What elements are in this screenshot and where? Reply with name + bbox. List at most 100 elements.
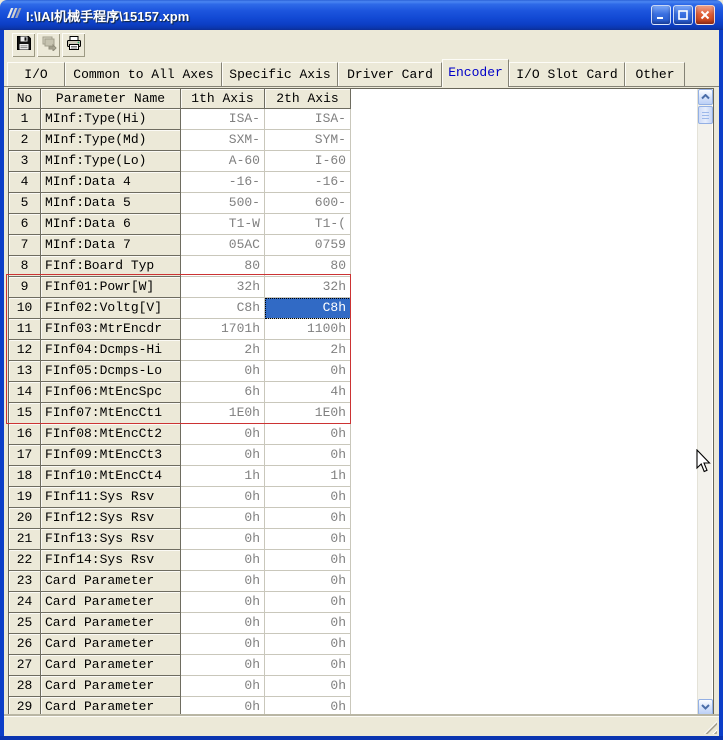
axis2-value-cell[interactable]: T1-(	[265, 214, 351, 235]
axis2-value-cell[interactable]: ISA-	[265, 109, 351, 130]
scroll-down-button[interactable]	[698, 699, 713, 715]
row-number-cell: 14	[9, 382, 41, 403]
scroll-up-button[interactable]	[698, 89, 713, 105]
axis1-value-cell[interactable]: 6h	[181, 382, 265, 403]
maximize-button[interactable]	[673, 5, 693, 25]
axis2-value-cell[interactable]: 600-	[265, 193, 351, 214]
tab-common-to-all-axes[interactable]: Common to All Axes	[65, 62, 222, 86]
tab-i-o[interactable]: I/O	[7, 62, 65, 86]
table-row: 26Card Parameter0h0h	[9, 634, 713, 655]
parameter-name-cell: Card Parameter	[41, 571, 181, 592]
table-row: 5MInf:Data 5500-600-	[9, 193, 713, 214]
axis2-value-cell[interactable]: 0h	[265, 655, 351, 676]
axis1-value-cell[interactable]: 80	[181, 256, 265, 277]
row-number-cell: 18	[9, 466, 41, 487]
tab-encoder[interactable]: Encoder	[442, 59, 509, 87]
axis2-value-cell[interactable]: 0h	[265, 634, 351, 655]
axis2-value-cell[interactable]: 1E0h	[265, 403, 351, 424]
row-number-cell: 2	[9, 130, 41, 151]
row-number-cell: 13	[9, 361, 41, 382]
axis2-value-cell[interactable]: 32h	[265, 277, 351, 298]
axis1-value-cell[interactable]: A-60	[181, 151, 265, 172]
axis1-value-cell[interactable]: ISA-	[181, 109, 265, 130]
tab-driver-card[interactable]: Driver Card	[338, 62, 442, 86]
axis2-value-cell[interactable]: 0h	[265, 613, 351, 634]
parameter-name-cell: Card Parameter	[41, 655, 181, 676]
axis2-value-cell[interactable]: 4h	[265, 382, 351, 403]
selected-cell[interactable]: C8h	[265, 298, 351, 319]
axis2-value-cell[interactable]: 0h	[265, 487, 351, 508]
axis2-value-cell[interactable]: 1100h	[265, 319, 351, 340]
axis1-value-cell[interactable]: 0h	[181, 424, 265, 445]
row-number-cell: 28	[9, 676, 41, 697]
table-row: 4MInf:Data 4-16--16-	[9, 172, 713, 193]
row-number-cell: 12	[9, 340, 41, 361]
minimize-button[interactable]	[651, 5, 671, 25]
axis1-value-cell[interactable]: 0h	[181, 571, 265, 592]
axis1-value-cell[interactable]: -16-	[181, 172, 265, 193]
axis1-value-cell[interactable]: 05AC	[181, 235, 265, 256]
axis2-value-cell[interactable]: 80	[265, 256, 351, 277]
axis1-value-cell[interactable]: 1h	[181, 466, 265, 487]
axis1-value-cell[interactable]: 0h	[181, 634, 265, 655]
axis2-value-cell[interactable]: 0h	[265, 571, 351, 592]
axis1-value-cell[interactable]: T1-W	[181, 214, 265, 235]
axis2-value-cell[interactable]: I-60	[265, 151, 351, 172]
axis1-value-cell[interactable]: 1E0h	[181, 403, 265, 424]
axis2-value-cell[interactable]: 0h	[265, 529, 351, 550]
axis2-value-cell[interactable]: 0h	[265, 676, 351, 697]
close-button[interactable]	[695, 5, 715, 25]
axis1-value-cell[interactable]: 0h	[181, 529, 265, 550]
axis2-value-cell[interactable]: 2h	[265, 340, 351, 361]
vertical-scrollbar[interactable]	[697, 89, 712, 715]
axis1-value-cell[interactable]: SXM-	[181, 130, 265, 151]
table-row: 23Card Parameter0h0h	[9, 571, 713, 592]
print-button[interactable]	[62, 33, 85, 57]
axis1-value-cell[interactable]: 0h	[181, 676, 265, 697]
axis1-value-cell[interactable]: 2h	[181, 340, 265, 361]
axis1-value-cell[interactable]: 0h	[181, 655, 265, 676]
axis2-value-cell[interactable]: 0h	[265, 445, 351, 466]
row-number-cell: 15	[9, 403, 41, 424]
row-number-cell: 20	[9, 508, 41, 529]
parameter-name-cell: Card Parameter	[41, 676, 181, 697]
axis1-value-cell[interactable]: 0h	[181, 697, 265, 716]
row-number-cell: 29	[9, 697, 41, 716]
axis2-value-cell[interactable]: 0h	[265, 697, 351, 716]
save-button[interactable]	[12, 33, 35, 57]
axis2-value-cell[interactable]: 0h	[265, 550, 351, 571]
axis1-value-cell[interactable]: 0h	[181, 508, 265, 529]
axis1-value-cell[interactable]: 0h	[181, 361, 265, 382]
axis1-value-cell[interactable]: 500-	[181, 193, 265, 214]
tab-i-o-slot-card[interactable]: I/O Slot Card	[509, 62, 625, 86]
column-header: 1th Axis	[181, 89, 265, 109]
parameter-name-cell: FInf04:Dcmps-Hi	[41, 340, 181, 361]
axis1-value-cell[interactable]: C8h	[181, 298, 265, 319]
axis2-value-cell[interactable]: 0h	[265, 424, 351, 445]
axis1-value-cell[interactable]: 1701h	[181, 319, 265, 340]
grid-table: NoParameter Name1th Axis2th Axis1MInf:Ty…	[9, 89, 713, 716]
axis2-value-cell[interactable]: SYM-	[265, 130, 351, 151]
axis2-value-cell[interactable]: 0759	[265, 235, 351, 256]
row-number-cell: 6	[9, 214, 41, 235]
table-row: 1MInf:Type(Hi)ISA-ISA-	[9, 109, 713, 130]
axis2-value-cell[interactable]: -16-	[265, 172, 351, 193]
axis1-value-cell[interactable]: 0h	[181, 487, 265, 508]
axis1-value-cell[interactable]: 32h	[181, 277, 265, 298]
tab-other[interactable]: Other	[625, 62, 685, 86]
axis2-value-cell[interactable]: 0h	[265, 508, 351, 529]
export-button[interactable]	[37, 33, 60, 57]
axis2-value-cell[interactable]: 0h	[265, 592, 351, 613]
axis1-value-cell[interactable]: 0h	[181, 550, 265, 571]
axis2-value-cell[interactable]: 0h	[265, 361, 351, 382]
tab-specific-axis[interactable]: Specific Axis	[222, 62, 338, 86]
resize-grip[interactable]	[704, 721, 717, 734]
row-number-cell: 21	[9, 529, 41, 550]
scrollbar-thumb[interactable]	[698, 106, 713, 124]
axis2-value-cell[interactable]: 1h	[265, 466, 351, 487]
table-row: 20FInf12:Sys Rsv0h0h	[9, 508, 713, 529]
axis1-value-cell[interactable]: 0h	[181, 592, 265, 613]
row-number-cell: 22	[9, 550, 41, 571]
axis1-value-cell[interactable]: 0h	[181, 613, 265, 634]
axis1-value-cell[interactable]: 0h	[181, 445, 265, 466]
